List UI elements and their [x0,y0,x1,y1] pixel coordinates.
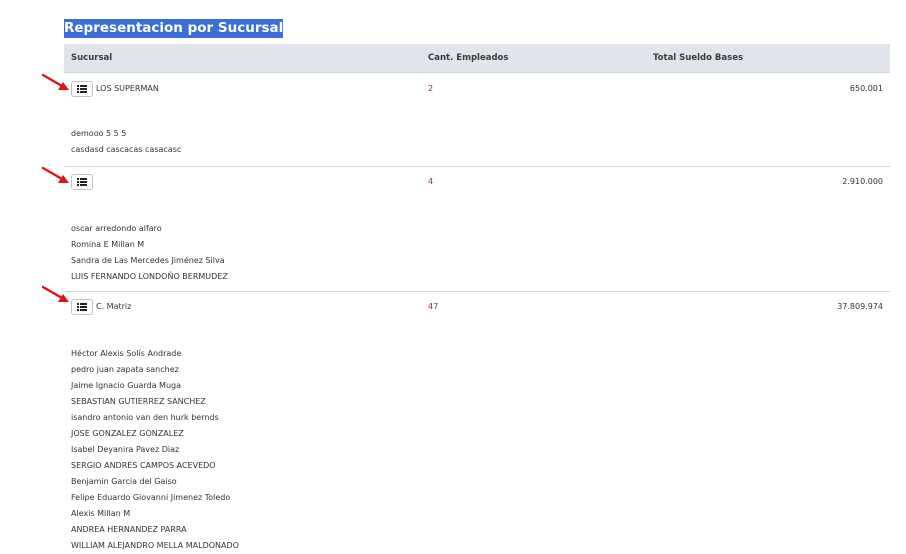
salary-total: 650.001 [849,84,883,93]
employee-count: 2 [428,84,434,93]
branch-group: C. Matriz 47 37.809.974 Héctor Alexis So… [64,291,890,550]
employee-name: oscar arredondo alfaro [71,224,162,233]
toggle-employees-button[interactable] [71,81,93,97]
list-icon [77,303,87,311]
employee-count: 47 [428,302,439,311]
toggle-employees-button[interactable] [71,174,93,190]
employee-name: SERGIO ANDRÉS CAMPOS ACEVEDO [71,461,216,470]
table-header: Sucursal Cant. Empleados Total Sueldo Ba… [64,44,890,73]
employee-name: Benjamin Garcia del Gaiso [71,477,177,486]
employee-name: Jaime Ignacio Guarda Muga [71,381,182,390]
column-header-sueldos: Total Sueldo Bases [653,53,744,63]
employee-name: Isabel Deyanira Pavez Diaz [71,445,180,454]
employee-name: Felipe Eduardo Giovanni Jimenez Toledo [71,493,231,502]
branch-name: C. Matriz [96,302,132,311]
salary-total: 37.809.974 [837,302,883,311]
employee-name: casdasd cascacas casacasc [71,145,182,154]
list-icon [77,178,87,186]
employee-name: Romina E Millan M [71,240,145,249]
employee-name: isandro antonio van den hurk bernds [71,413,219,422]
list-icon [77,85,87,93]
toggle-employees-button[interactable] [71,299,93,315]
employee-count: 4 [428,177,434,186]
column-header-empleados: Cant. Empleados [428,53,509,63]
employee-name: Sandra de Las Mercedes Jiménez Silva [71,256,225,265]
salary-total: 2.910.000 [842,177,883,186]
employee-name: ANDREA HERNANDEZ PARRA [71,525,187,534]
red-arrow-icon [41,166,69,183]
column-header-sucursal: Sucursal [71,53,113,63]
employee-name: Héctor Alexis Solís Andrade [71,349,182,358]
employee-name: SEBASTIAN GUTIERREZ SANCHEZ [71,397,206,406]
employee-name: LUIS FERNANDO LONDOÑO BERMUDEZ [71,272,228,281]
page-title: Representacion por Sucursal [64,19,284,38]
employee-name: WILLIAM ALEJANDRO MELLA MALDONADO [71,541,239,550]
branch-group: 4 2.910.000 oscar arredondo alfaro Romin… [64,166,890,292]
employee-name: pedro juan zapata sanchez [71,365,179,374]
employee-name: JOSE GONZALEZ GONZALEZ [71,429,184,438]
branch-group: LOS SUPERMAN 2 650.001 demooo 5 5 5 casd… [64,73,890,166]
red-arrow-icon [41,285,69,302]
employee-name: Alexis Millan M [71,509,131,518]
branch-name: LOS SUPERMAN [96,84,159,93]
red-arrow-icon [41,73,69,90]
employee-name: demooo 5 5 5 [71,129,127,138]
